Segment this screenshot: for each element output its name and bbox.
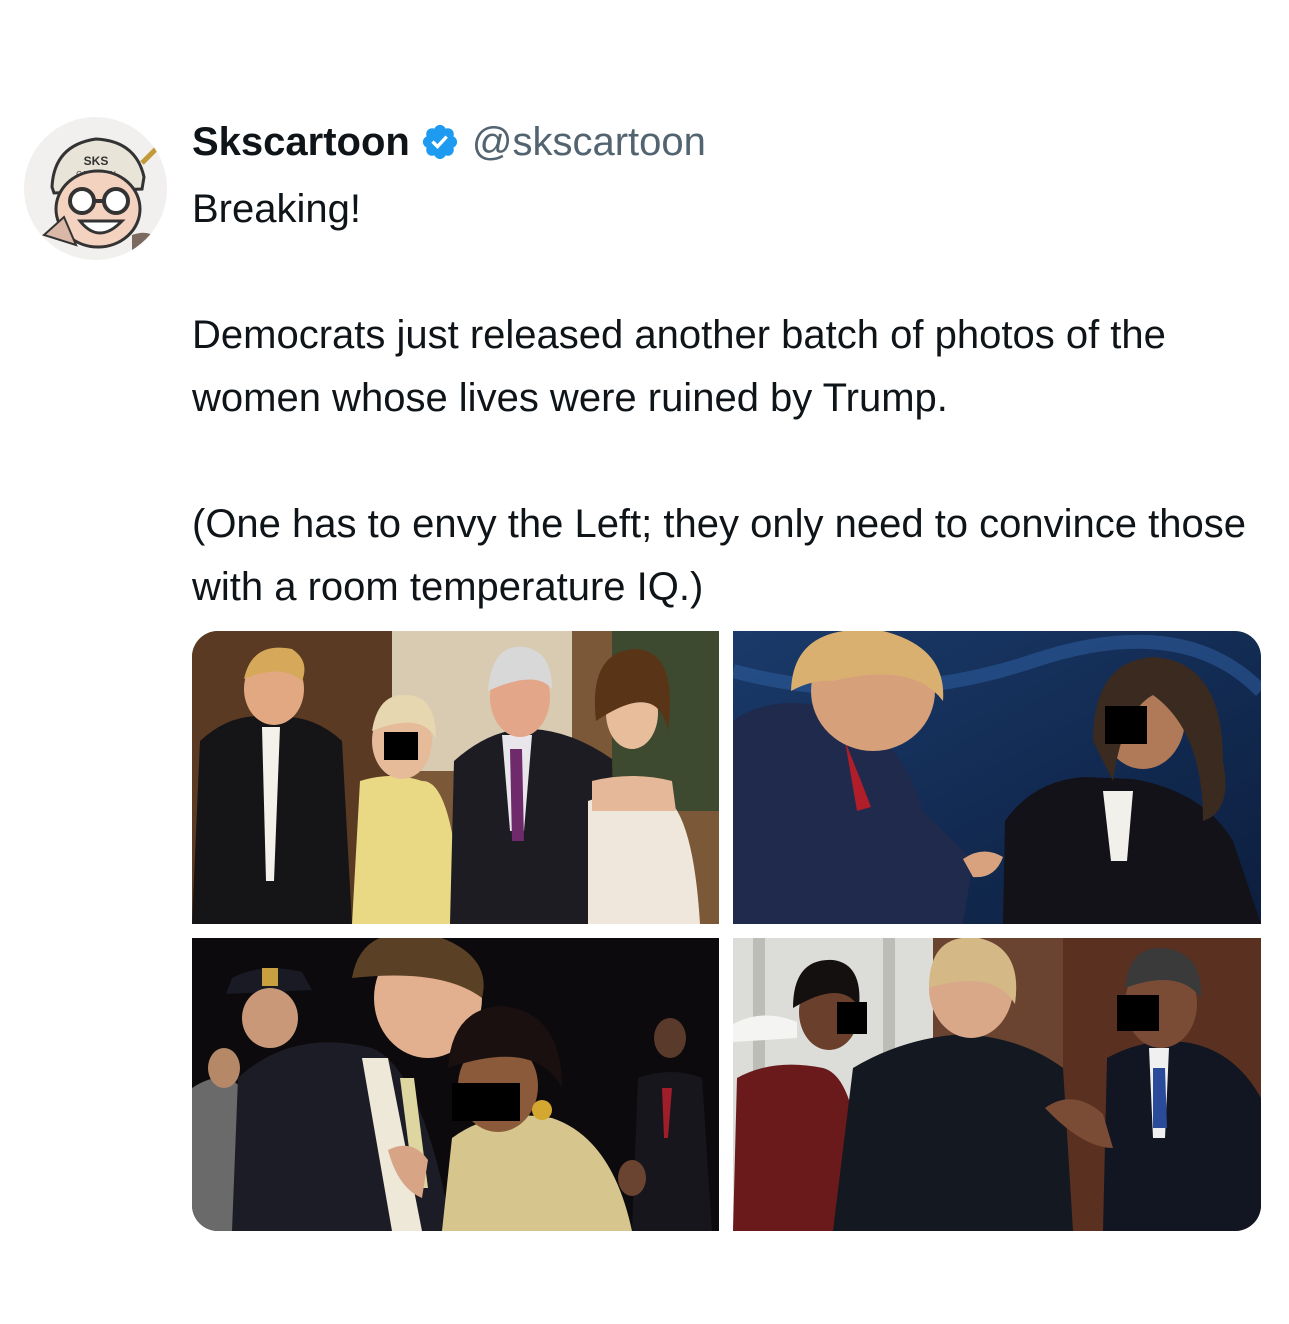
- photo-event-embrace-image: [192, 938, 719, 1231]
- svg-text:SKS: SKS: [84, 154, 109, 168]
- redaction-bar: [837, 1002, 867, 1034]
- photo-gala-group[interactable]: [192, 631, 719, 924]
- redaction-bar: [1105, 706, 1147, 744]
- cartoon-avatar-icon: SKS CARTOON: [24, 117, 167, 260]
- author-display-name[interactable]: Skscartoon: [192, 120, 410, 165]
- author-handle[interactable]: @skscartoon: [472, 120, 706, 165]
- photo-greeting-doorway[interactable]: [733, 938, 1261, 1231]
- photo-greeting-doorway-image: [733, 938, 1261, 1231]
- photo-event-embrace[interactable]: [192, 938, 719, 1231]
- photo-debate-handshake[interactable]: [733, 631, 1261, 924]
- tweet-text: Breaking! Democrats just released anothe…: [192, 187, 1247, 609]
- media-grid: [192, 631, 1261, 1231]
- verified-badge-icon: [420, 122, 460, 162]
- redaction-bar: [452, 1083, 520, 1121]
- author-row: Skscartoon @skscartoon: [192, 113, 706, 171]
- photo-gala-group-image: [192, 631, 719, 924]
- author-avatar[interactable]: SKS CARTOON: [24, 117, 167, 260]
- redaction-bar: [1117, 995, 1159, 1031]
- photo-debate-handshake-image: [733, 631, 1261, 924]
- redaction-bar: [384, 732, 418, 760]
